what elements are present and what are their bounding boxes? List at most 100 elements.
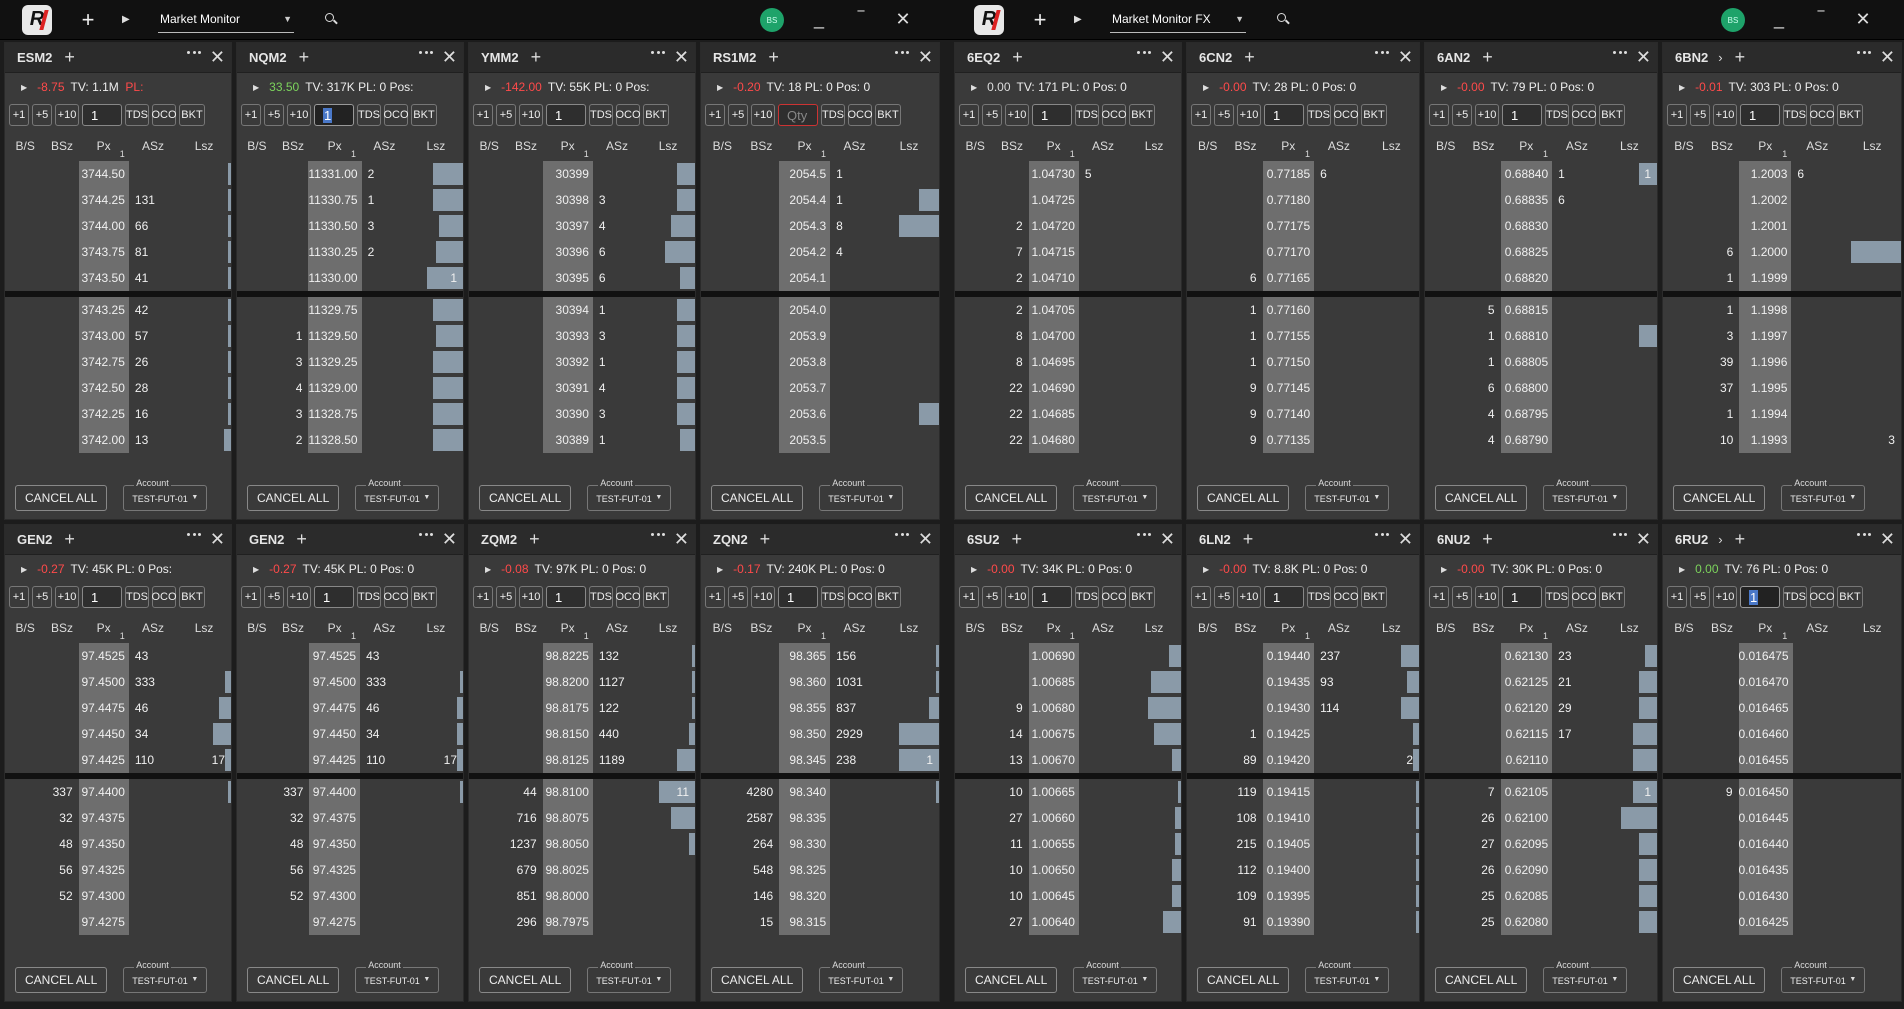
bid-size-cell[interactable] — [276, 669, 309, 695]
ask-size-cell[interactable] — [1079, 857, 1128, 883]
ask-size-cell[interactable] — [1791, 323, 1843, 349]
ask-size-cell[interactable] — [830, 857, 879, 883]
bid-size-cell[interactable] — [1704, 695, 1738, 721]
bid-size-cell[interactable]: 44 — [509, 779, 543, 805]
add-icon[interactable]: + — [531, 47, 542, 68]
more-options-icon[interactable] — [1137, 51, 1151, 55]
bid-size-cell[interactable] — [1704, 805, 1738, 831]
more-options-icon[interactable] — [419, 51, 433, 55]
buy-sell-cell[interactable] — [1187, 857, 1228, 883]
more-options-icon[interactable] — [651, 533, 665, 537]
bid-size-cell[interactable]: 91 — [1228, 909, 1262, 935]
more-options-icon[interactable] — [1375, 533, 1389, 537]
ask-size-cell[interactable] — [593, 831, 642, 857]
order-type-button[interactable]: TDS — [589, 586, 613, 608]
account-select[interactable]: Account TEST-FUT-01 ▼ — [587, 960, 672, 993]
ask-size-cell[interactable] — [830, 831, 879, 857]
bid-size-cell[interactable]: 6 — [1228, 265, 1262, 291]
bid-size-cell[interactable] — [1466, 747, 1500, 773]
buy-sell-cell[interactable] — [1187, 427, 1228, 453]
ask-size-cell[interactable]: 110 — [360, 747, 409, 773]
ask-size-cell[interactable]: 238 — [830, 747, 879, 773]
ask-size-cell[interactable] — [1793, 909, 1845, 935]
ask-size-cell[interactable]: 440 — [593, 721, 642, 747]
buy-sell-cell[interactable] — [1187, 239, 1228, 265]
bid-size-cell[interactable] — [276, 747, 309, 773]
bid-size-cell[interactable]: 1 — [276, 323, 309, 349]
bid-size-cell[interactable]: 52 — [276, 883, 309, 909]
ask-size-cell[interactable] — [362, 427, 410, 453]
bid-size-cell[interactable]: 22 — [995, 427, 1029, 453]
bid-size-cell[interactable]: 264 — [743, 831, 779, 857]
qty-increment-button[interactable]: +10 — [1005, 586, 1029, 608]
ask-size-cell[interactable] — [1079, 883, 1128, 909]
bid-size-cell[interactable]: 26 — [1466, 857, 1500, 883]
buy-sell-cell[interactable] — [237, 375, 276, 401]
ask-size-cell[interactable] — [1314, 427, 1364, 453]
buy-sell-cell[interactable] — [237, 213, 276, 239]
buy-sell-cell[interactable] — [469, 643, 509, 669]
ask-size-cell[interactable] — [593, 857, 642, 883]
cancel-all-button[interactable]: CANCEL ALL — [1435, 967, 1528, 993]
order-type-button[interactable]: TDS — [1783, 104, 1807, 126]
buy-sell-cell[interactable] — [1425, 187, 1466, 213]
ask-size-cell[interactable] — [1791, 265, 1843, 291]
order-type-button[interactable]: BKT — [179, 104, 205, 126]
ask-size-cell[interactable]: 6 — [1314, 161, 1364, 187]
buy-sell-cell[interactable] — [701, 883, 743, 909]
buy-sell-cell[interactable] — [469, 883, 509, 909]
bid-size-cell[interactable] — [743, 297, 779, 323]
buy-sell-cell[interactable] — [701, 695, 743, 721]
bid-size-cell[interactable]: 9 — [1704, 779, 1738, 805]
bid-size-cell[interactable]: 25 — [1466, 909, 1500, 935]
buy-sell-cell[interactable] — [1187, 161, 1228, 187]
order-type-button[interactable]: BKT — [1837, 586, 1863, 608]
qty-increment-button[interactable]: +1 — [1429, 586, 1449, 608]
bid-size-cell[interactable]: 27 — [995, 805, 1029, 831]
buy-sell-cell[interactable] — [701, 401, 743, 427]
ask-size-cell[interactable] — [1314, 883, 1364, 909]
ask-size-cell[interactable] — [1793, 721, 1845, 747]
bid-size-cell[interactable]: 1 — [1228, 349, 1262, 375]
bid-size-cell[interactable]: 13 — [995, 747, 1029, 773]
ask-size-cell[interactable]: 6 — [1791, 161, 1843, 187]
buy-sell-cell[interactable] — [955, 265, 995, 291]
order-type-button[interactable]: OCO — [847, 586, 873, 608]
close-icon[interactable]: ✕ — [442, 529, 457, 550]
ask-size-cell[interactable]: 1 — [362, 187, 410, 213]
buy-sell-cell[interactable] — [469, 747, 509, 773]
ask-size-cell[interactable] — [1079, 831, 1128, 857]
ask-size-cell[interactable]: 3 — [362, 213, 410, 239]
buy-sell-cell[interactable] — [955, 695, 995, 721]
ask-size-cell[interactable] — [1791, 375, 1843, 401]
ask-size-cell[interactable]: 1 — [593, 349, 642, 375]
bid-size-cell[interactable]: 3 — [276, 349, 309, 375]
bid-size-cell[interactable] — [45, 323, 79, 349]
buy-sell-cell[interactable] — [237, 695, 276, 721]
ask-size-cell[interactable] — [1791, 349, 1843, 375]
ask-size-cell[interactable] — [1793, 669, 1845, 695]
ask-size-cell[interactable]: 13 — [129, 427, 178, 453]
ask-size-cell[interactable] — [1079, 349, 1128, 375]
buy-sell-cell[interactable] — [237, 643, 276, 669]
bid-size-cell[interactable]: 3 — [276, 401, 309, 427]
bid-size-cell[interactable]: 8 — [995, 323, 1029, 349]
ask-size-cell[interactable] — [1079, 427, 1128, 453]
ask-size-cell[interactable]: 41 — [129, 265, 178, 291]
ask-size-cell[interactable] — [362, 323, 410, 349]
buy-sell-cell[interactable] — [469, 187, 509, 213]
buy-sell-cell[interactable] — [1663, 643, 1704, 669]
order-type-button[interactable]: BKT — [1361, 104, 1387, 126]
qty-increment-button[interactable]: +10 — [519, 586, 543, 608]
expand-icon[interactable]: ▶ — [21, 83, 27, 92]
quantity-input[interactable]: Qty — [778, 104, 818, 126]
bid-size-cell[interactable] — [1228, 187, 1262, 213]
buy-sell-cell[interactable] — [237, 297, 276, 323]
account-select[interactable]: Account TEST-FUT-01 ▼ — [1543, 960, 1628, 993]
ask-size-cell[interactable] — [593, 779, 642, 805]
qty-increment-button[interactable]: +5 — [1690, 586, 1710, 608]
expand-icon[interactable]: ▶ — [485, 83, 491, 92]
buy-sell-cell[interactable] — [701, 779, 743, 805]
qty-increment-button[interactable]: +5 — [1214, 104, 1234, 126]
order-type-button[interactable]: OCO — [1101, 104, 1127, 126]
